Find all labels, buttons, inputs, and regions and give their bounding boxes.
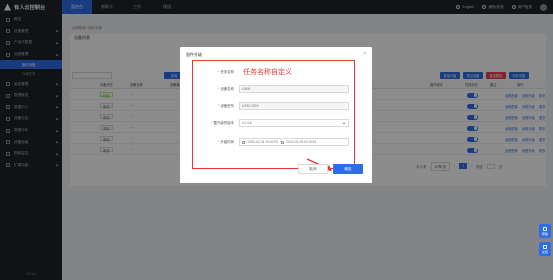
feedback-icon: [543, 244, 547, 249]
task-name-row: *任务名称 任务名称自定义: [193, 68, 356, 77]
help-icon: [543, 226, 547, 231]
firmware-label: *要升级的版本: [211, 121, 234, 125]
feedback-button[interactable]: 反馈: [539, 242, 551, 256]
close-icon[interactable]: ×: [363, 51, 366, 57]
confirm-button[interactable]: 确定: [333, 164, 363, 174]
device-model-row: *设备型号 USR-G809: [193, 102, 356, 111]
device-model-label: *设备型号: [218, 104, 234, 108]
cancel-button[interactable]: 取消: [298, 164, 328, 174]
highlight-box: *任务名称 任务名称自定义 *设备名称 G805 *设备型号 USR-G809 …: [192, 60, 355, 169]
time-range-picker[interactable]: 2022-02-24 19:10:53 2022-02-25 23:15:53: [239, 138, 349, 146]
task-name-label: *任务名称: [218, 70, 234, 74]
chevron-down-icon: [342, 121, 346, 125]
device-model-field[interactable]: USR-G809: [239, 102, 349, 110]
calendar-icon: [242, 140, 245, 144]
firmware-select[interactable]: V1.4.6: [239, 119, 349, 127]
time-row: *升级时间 2022-02-24 19:10:53 2022-02-25 23:…: [193, 138, 356, 147]
device-name-label: *设备名称: [218, 87, 234, 91]
time-end: 2022-02-25 23:15:53: [286, 140, 317, 144]
device-name-row: *设备名称 G805: [193, 85, 356, 94]
dialog-title: 固件升级: [186, 52, 202, 57]
time-label: *升级时间: [218, 140, 234, 144]
device-name-field[interactable]: G805: [239, 85, 349, 93]
calendar-icon: [280, 140, 284, 144]
annotation-text: 任务名称自定义: [243, 69, 292, 76]
help-button[interactable]: 帮助: [539, 224, 551, 238]
firmware-upgrade-dialog: 固件升级 × *任务名称 任务名称自定义 *设备名称 G805 *设备型号 US…: [180, 47, 372, 183]
time-start: 2022-02-24 19:10:53: [248, 140, 278, 144]
firmware-row: *要升级的版本 V1.4.6: [193, 119, 356, 128]
